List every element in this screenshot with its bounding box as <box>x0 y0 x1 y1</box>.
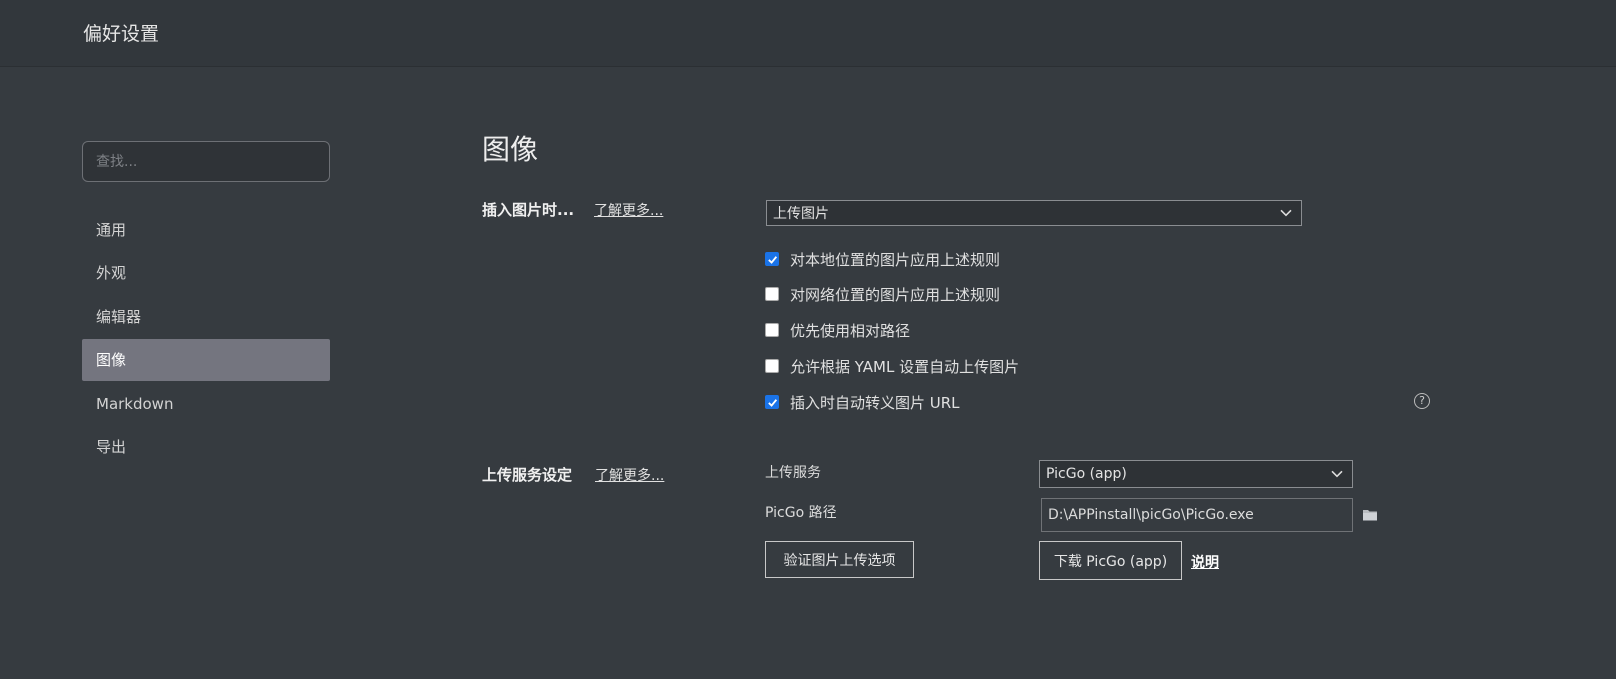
sidebar-item-image[interactable]: 图像 <box>82 339 330 382</box>
chevron-down-icon <box>1331 470 1343 478</box>
checkbox-escape-url[interactable] <box>765 395 779 409</box>
option-local-images-label: 对本地位置的图片应用上述规则 <box>790 250 1001 269</box>
insert-action-select[interactable]: 上传图片 <box>766 200 1302 226</box>
picgo-path-input[interactable]: D:\APPinstall\picGo\PicGo.exe <box>1041 498 1353 532</box>
option-relative-path-label: 优先使用相对路径 <box>790 321 911 340</box>
insert-learn-more-link[interactable]: 了解更多... <box>594 200 663 220</box>
upload-service-select[interactable]: PicGo (app) <box>1039 460 1353 488</box>
upload-learn-more-link[interactable]: 了解更多... <box>595 465 664 485</box>
option-network-images-label: 对网络位置的图片应用上述规则 <box>790 285 1001 304</box>
validate-upload-button[interactable]: 验证图片上传选项 <box>765 541 914 578</box>
checkbox-network-images[interactable] <box>765 287 779 301</box>
chevron-down-icon <box>1280 209 1292 217</box>
upload-service-label: 上传服务设定 <box>482 466 573 484</box>
upload-service-field-label: 上传服务 <box>765 465 821 481</box>
sidebar-item-export[interactable]: 导出 <box>82 426 330 468</box>
sidebar-item-markdown[interactable]: Markdown <box>82 383 330 425</box>
insert-image-label: 插入图片时... <box>482 201 575 219</box>
insert-action-value: 上传图片 <box>773 206 829 222</box>
title-bar: 偏好设置 <box>0 0 1616 67</box>
checkbox-yaml-upload[interactable] <box>765 359 779 373</box>
sidebar-item-appearance[interactable]: 外观 <box>82 252 330 294</box>
check-icon <box>767 255 777 264</box>
sidebar-item-general[interactable]: 通用 <box>82 209 330 251</box>
upload-service-value: PicGo (app) <box>1046 466 1127 482</box>
search-input[interactable] <box>82 141 330 182</box>
picgo-path-field-label: PicGo 路径 <box>765 505 837 521</box>
download-picgo-button[interactable]: 下载 PicGo (app) <box>1039 541 1182 580</box>
option-relative-path[interactable]: 优先使用相对路径 <box>765 318 910 342</box>
sidebar-item-editor[interactable]: 编辑器 <box>82 296 330 338</box>
explain-link[interactable]: 说明 <box>1191 552 1219 572</box>
checkbox-relative-path[interactable] <box>765 323 779 337</box>
checkbox-local-images[interactable] <box>765 252 779 266</box>
picgo-path-value: D:\APPinstall\picGo\PicGo.exe <box>1048 507 1254 523</box>
option-yaml-upload[interactable]: 允许根据 YAML 设置自动上传图片 <box>765 354 1019 378</box>
window-title: 偏好设置 <box>83 23 160 45</box>
option-escape-url[interactable]: 插入时自动转义图片 URL <box>765 390 960 414</box>
question-circle-icon[interactable]: ? <box>1414 393 1430 409</box>
option-yaml-upload-label: 允许根据 YAML 设置自动上传图片 <box>790 357 1020 376</box>
option-escape-url-label: 插入时自动转义图片 URL <box>790 393 960 412</box>
folder-icon[interactable] <box>1362 508 1378 522</box>
check-icon <box>767 398 777 407</box>
option-local-images[interactable]: 对本地位置的图片应用上述规则 <box>765 247 1000 271</box>
sidebar-nav: 通用 外观 编辑器 图像 Markdown 导出 <box>82 209 330 469</box>
page-title: 图像 <box>482 133 539 166</box>
option-network-images[interactable]: 对网络位置的图片应用上述规则 <box>765 282 1000 306</box>
